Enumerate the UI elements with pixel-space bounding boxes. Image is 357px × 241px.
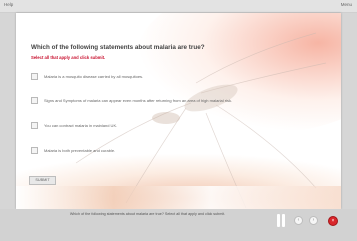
decorative-streak: [16, 186, 341, 209]
top-bar: Help Menu: [0, 0, 357, 13]
option-1-label: Malaria is a mosquito disease carried by…: [44, 74, 144, 79]
back-icon: ‹: [297, 217, 300, 223]
pause-icon-bar: [282, 214, 285, 227]
forward-icon: ›: [312, 217, 315, 223]
instruction-text: Select all that apply and click submit.: [31, 55, 106, 60]
submit-button[interactable]: SUBMIT: [29, 176, 56, 185]
option-4-checkbox[interactable]: [31, 147, 38, 154]
menu-link[interactable]: Menu: [341, 2, 352, 7]
transcript-text: Which of the following statements about …: [69, 212, 226, 216]
option-2[interactable]: Signs and Symptoms of malaria can appear…: [31, 97, 331, 105]
option-1-checkbox[interactable]: [31, 73, 38, 80]
close-button[interactable]: ×: [328, 216, 338, 226]
forward-button[interactable]: ›: [309, 216, 318, 225]
close-icon: ×: [331, 218, 335, 224]
option-2-checkbox[interactable]: [31, 97, 38, 104]
pause-icon: [277, 214, 280, 227]
option-4-label: Malaria is both preventable and curable.: [44, 148, 116, 153]
question-text: Which of the following statements about …: [31, 44, 205, 51]
player-controls-bar: Which of the following statements about …: [0, 209, 357, 241]
option-2-label: Signs and Symptoms of malaria can appear…: [44, 98, 233, 103]
option-3[interactable]: You can contract malaria in mainland UK.: [31, 122, 331, 130]
option-3-label: You can contract malaria in mainland UK.: [44, 123, 118, 128]
option-4[interactable]: Malaria is both preventable and curable.: [31, 147, 331, 155]
quiz-slide: Which of the following statements about …: [16, 13, 341, 209]
help-link[interactable]: Help: [4, 2, 13, 7]
option-1[interactable]: Malaria is a mosquito disease carried by…: [31, 73, 331, 81]
mosquito-image: [75, 32, 327, 209]
option-3-checkbox[interactable]: [31, 122, 38, 129]
pause-button[interactable]: [275, 213, 287, 228]
back-button[interactable]: ‹: [294, 216, 303, 225]
